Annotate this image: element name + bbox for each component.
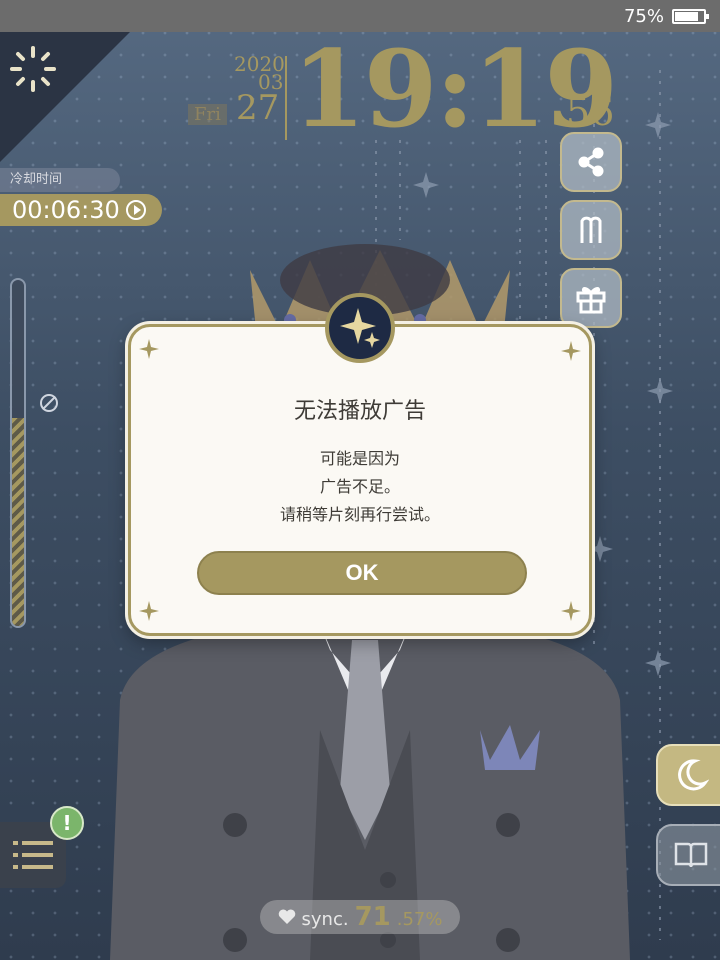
share-icon [578,147,604,177]
gauge-fill [12,418,24,626]
star-emblem-icon [325,293,395,363]
loading-icon[interactable] [8,44,58,94]
dialog-message-line: 广告不足。 [319,477,400,496]
battery-percent: 75% [623,5,664,27]
moon-icon [678,759,709,791]
sparkle-icon [139,339,159,359]
cooldown-label: 冷却时间 [0,168,120,192]
gift-button[interactable] [560,268,622,328]
play-icon[interactable] [125,200,146,220]
battery-level [675,11,698,21]
no-entry-icon [40,394,58,412]
sparkle-icon [561,341,581,361]
sync-label: sync. [301,909,349,930]
menu-icon [13,841,53,869]
night-mode-button[interactable] [656,744,720,806]
character-icon [580,216,602,243]
dialog-message-line: 请稍等片刻再行尝试。 [279,505,440,524]
cooldown-timer-value: 00:06:30 [12,196,120,224]
book-icon [674,842,708,868]
clock-weekday: Fri [188,104,227,125]
heart-icon [278,909,295,924]
sparkle-icon [561,601,581,621]
dialog-title: 无法播放广告 [293,399,426,424]
vertical-gauge [10,278,26,628]
ad-error-dialog: 无法播放广告 可能是因为 广告不足。 请稍等片刻再行尝试。 OK [128,293,592,636]
sync-value-int: 71 [354,902,391,932]
share-button[interactable] [560,132,622,192]
battery-icon [672,8,709,24]
clock-day: 27 [236,88,280,128]
dialog-message-line: 可能是因为 [319,449,400,468]
book-button[interactable] [656,824,720,886]
character-button[interactable] [560,200,622,260]
clock-divider [285,56,287,140]
sync-value-frac: .57% [396,909,443,930]
alert-badge: ! [50,806,84,840]
ok-button[interactable]: OK [197,551,527,595]
sparkle-icon [139,601,159,621]
sync-indicator: sync. 71.57% [260,900,460,934]
clock-seconds: 56 [566,90,615,134]
dialog-message: 可能是因为 广告不足。 请稍等片刻再行尝试。 [131,445,589,529]
gift-icon [576,287,606,314]
cooldown-timer[interactable]: 00:06:30 [0,194,162,226]
